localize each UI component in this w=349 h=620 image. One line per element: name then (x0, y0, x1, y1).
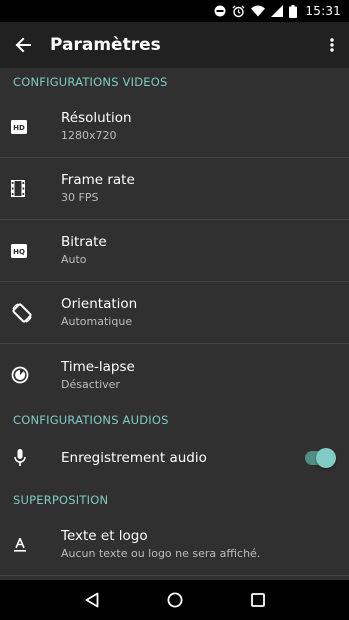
battery-icon (289, 4, 298, 18)
pref-title: Résolution (61, 110, 132, 126)
pref-text-logo[interactable]: Texte et logo Aucun texte ou logo ne ser… (0, 514, 349, 576)
screen-rotation-icon (12, 302, 32, 323)
home-circle-icon (167, 592, 182, 608)
pref-summary: Aucun texte ou logo ne sera affiché. (61, 547, 261, 560)
pref-summary: 1280x720 (61, 129, 117, 142)
signal-icon (271, 5, 284, 17)
page-title: Paramètres (50, 35, 161, 55)
pref-summary: 30 FPS (61, 191, 99, 204)
svg-text:HD: HD (13, 124, 25, 132)
arrow-back-icon (15, 37, 31, 53)
section-header-audio: CONFIGURATIONS AUDIOS (13, 413, 169, 427)
recents-square-icon (250, 593, 265, 607)
hq-icon: HQ (11, 243, 27, 258)
dnd-icon (214, 5, 226, 17)
alarm-icon (232, 5, 245, 17)
settings-list[interactable]: CONFIGURATIONS VIDEOS HD Résolution 1280… (0, 68, 349, 580)
pref-audio-recording[interactable]: Enregistrement audio (0, 434, 349, 482)
pref-title: Time-lapse (61, 358, 135, 375)
wifi-icon (251, 5, 266, 17)
svg-text:HQ: HQ (13, 248, 25, 256)
back-triangle-icon (85, 592, 98, 608)
pref-title: Frame rate (61, 172, 135, 188)
pref-bitrate[interactable]: HQ Bitrate Auto (0, 220, 349, 282)
back-button[interactable] (0, 22, 46, 68)
more-vert-icon (330, 38, 334, 52)
navigation-bar (0, 580, 349, 620)
pref-orientation[interactable]: Orientation Automatique (0, 282, 349, 344)
app-bar: Paramètres (0, 22, 349, 68)
film-icon (11, 180, 25, 197)
hd-icon: HD (11, 119, 27, 134)
status-bar: 15:31 (0, 0, 349, 22)
pref-title: Orientation (61, 296, 138, 312)
overflow-menu-button[interactable] (315, 22, 349, 68)
pref-resolution[interactable]: HD Résolution 1280x720 (0, 96, 349, 158)
timelapse-icon (11, 366, 29, 384)
section-header-video: CONFIGURATIONS VIDEOS (13, 75, 168, 89)
nav-recents-button[interactable] (238, 580, 278, 620)
mic-icon (14, 449, 26, 466)
audio-toggle-switch[interactable] (305, 448, 336, 468)
toggle-thumb (316, 448, 336, 468)
pref-time-lapse[interactable]: Time-lapse Désactiver (0, 344, 349, 406)
text-format-icon (14, 537, 26, 552)
pref-title: Texte et logo (61, 528, 148, 544)
pref-summary: Automatique (61, 315, 133, 328)
status-time: 15:31 (305, 4, 341, 18)
pref-summary: Auto (61, 253, 87, 266)
nav-home-button[interactable] (155, 580, 195, 620)
pref-frame-rate[interactable]: Frame rate 30 FPS (0, 158, 349, 220)
pref-title: Bitrate (61, 234, 107, 250)
pref-summary: Désactiver (61, 377, 120, 391)
nav-back-button[interactable] (72, 580, 112, 620)
section-header-overlay: SUPERPOSITION (13, 493, 109, 507)
